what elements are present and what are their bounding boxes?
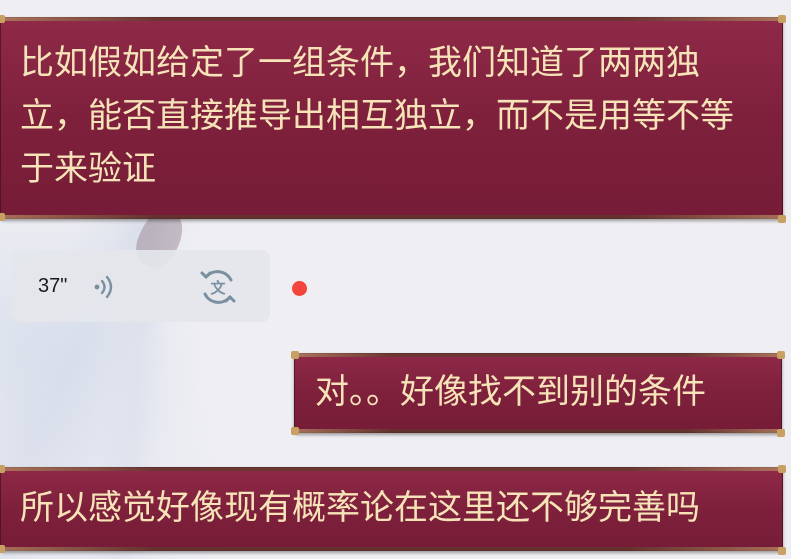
message-text: 比如假如给定了一组条件，我们知道了两两独立，能否直接推导出相互独立，而不是用等不…	[20, 43, 734, 189]
unread-indicator-dot	[292, 281, 307, 296]
svg-text:文: 文	[210, 279, 226, 297]
message-bubble-2[interactable]: 对。。好像找不到别的条件	[291, 351, 785, 437]
bubble-corner-ornament	[778, 215, 786, 223]
voice-wave-icon	[92, 274, 118, 304]
message-text: 对。。好像找不到别的条件	[315, 372, 706, 412]
voice-duration: 37"	[38, 275, 68, 297]
bubble-corner-ornament	[0, 15, 5, 23]
bubble-corner-ornament	[778, 15, 786, 23]
bubble-corner-ornament	[291, 351, 299, 359]
bubble-corner-ornament	[0, 465, 5, 473]
message-bubble-1[interactable]: 比如假如给定了一组条件，我们知道了两两独立，能否直接推导出相互独立，而不是用等不…	[0, 15, 786, 223]
speech-to-text-icon[interactable]: 文	[198, 267, 238, 311]
voice-message-bubble[interactable]: 37" 文	[12, 250, 270, 322]
bubble-corner-ornament	[778, 547, 786, 555]
bubble-corner-ornament	[777, 429, 785, 437]
bubble-corner-ornament	[0, 545, 5, 553]
bubble-corner-ornament	[0, 213, 5, 221]
message-bubble-3[interactable]: 所以感觉好像现有概率论在这里还不够完善吗	[0, 465, 786, 555]
bubble-corner-ornament	[291, 427, 299, 435]
message-text: 所以感觉好像现有概率论在这里还不够完善吗	[20, 488, 700, 528]
bubble-corner-ornament	[778, 465, 786, 473]
bubble-corner-ornament	[777, 351, 785, 359]
